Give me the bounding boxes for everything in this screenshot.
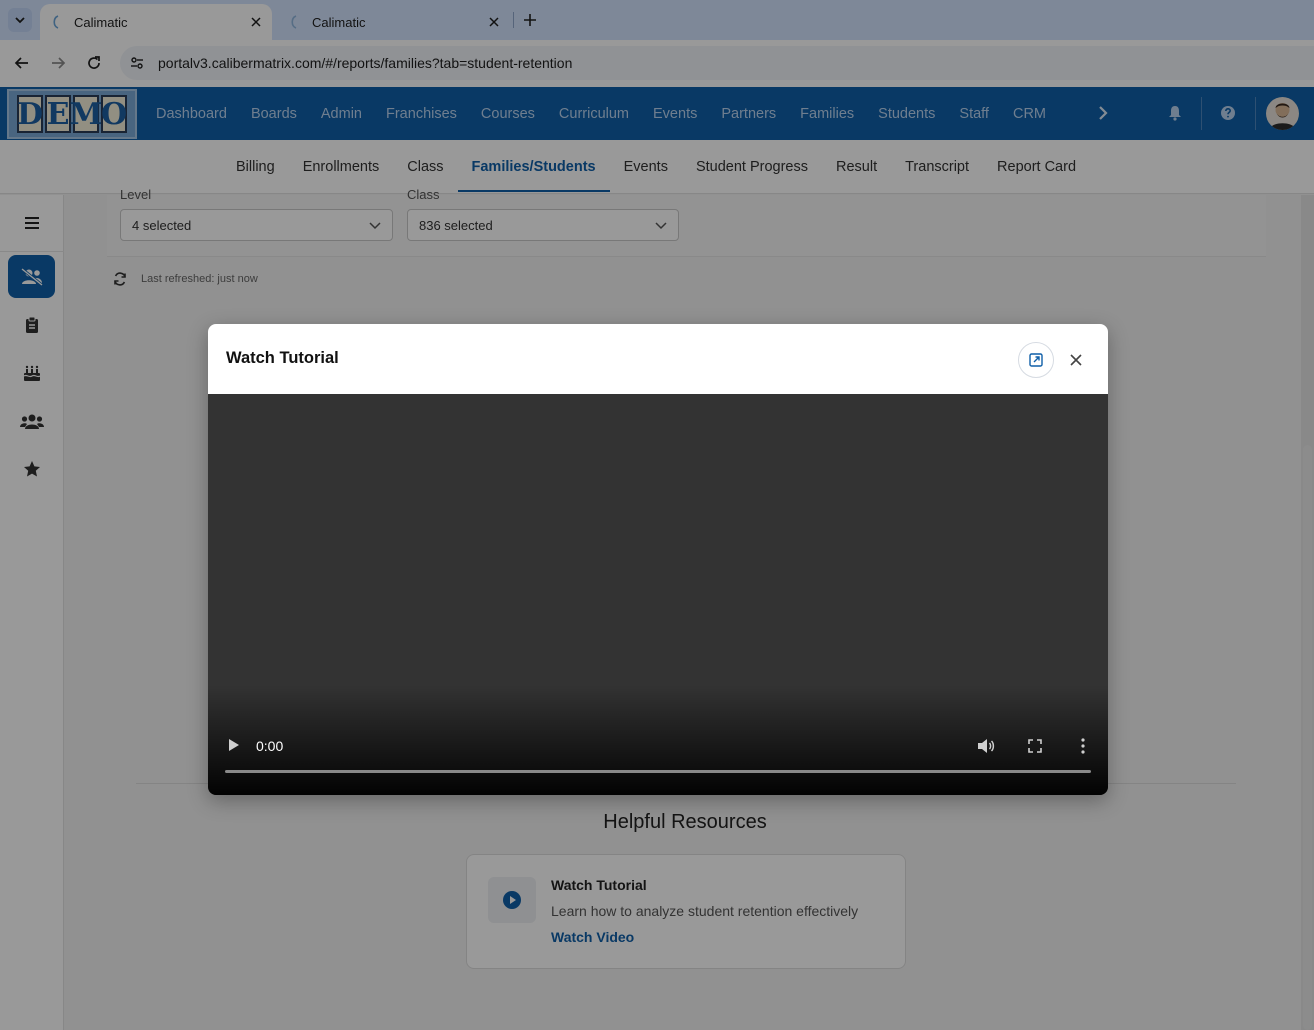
video-current-time: 0:00 <box>256 738 284 754</box>
modal-title: Watch Tutorial <box>226 349 339 367</box>
page-scrollbar[interactable] <box>1301 195 1314 1030</box>
video-fullscreen-icon[interactable] <box>1025 736 1045 756</box>
video-progress-bar[interactable] <box>225 770 1091 773</box>
scrollbar-thumb[interactable] <box>1303 445 1312 1030</box>
tutorial-video-player[interactable]: 0:00 <box>208 394 1108 795</box>
modal-close-icon[interactable] <box>1064 348 1088 372</box>
modal-header: Watch Tutorial <box>208 324 1108 394</box>
watch-tutorial-modal: Watch Tutorial 0:00 <box>208 324 1108 795</box>
video-volume-icon[interactable] <box>976 736 996 756</box>
video-more-options-icon[interactable] <box>1073 736 1093 756</box>
video-play-icon[interactable] <box>226 737 242 753</box>
open-external-icon[interactable] <box>1018 342 1054 378</box>
video-controls-gradient <box>208 685 1108 795</box>
